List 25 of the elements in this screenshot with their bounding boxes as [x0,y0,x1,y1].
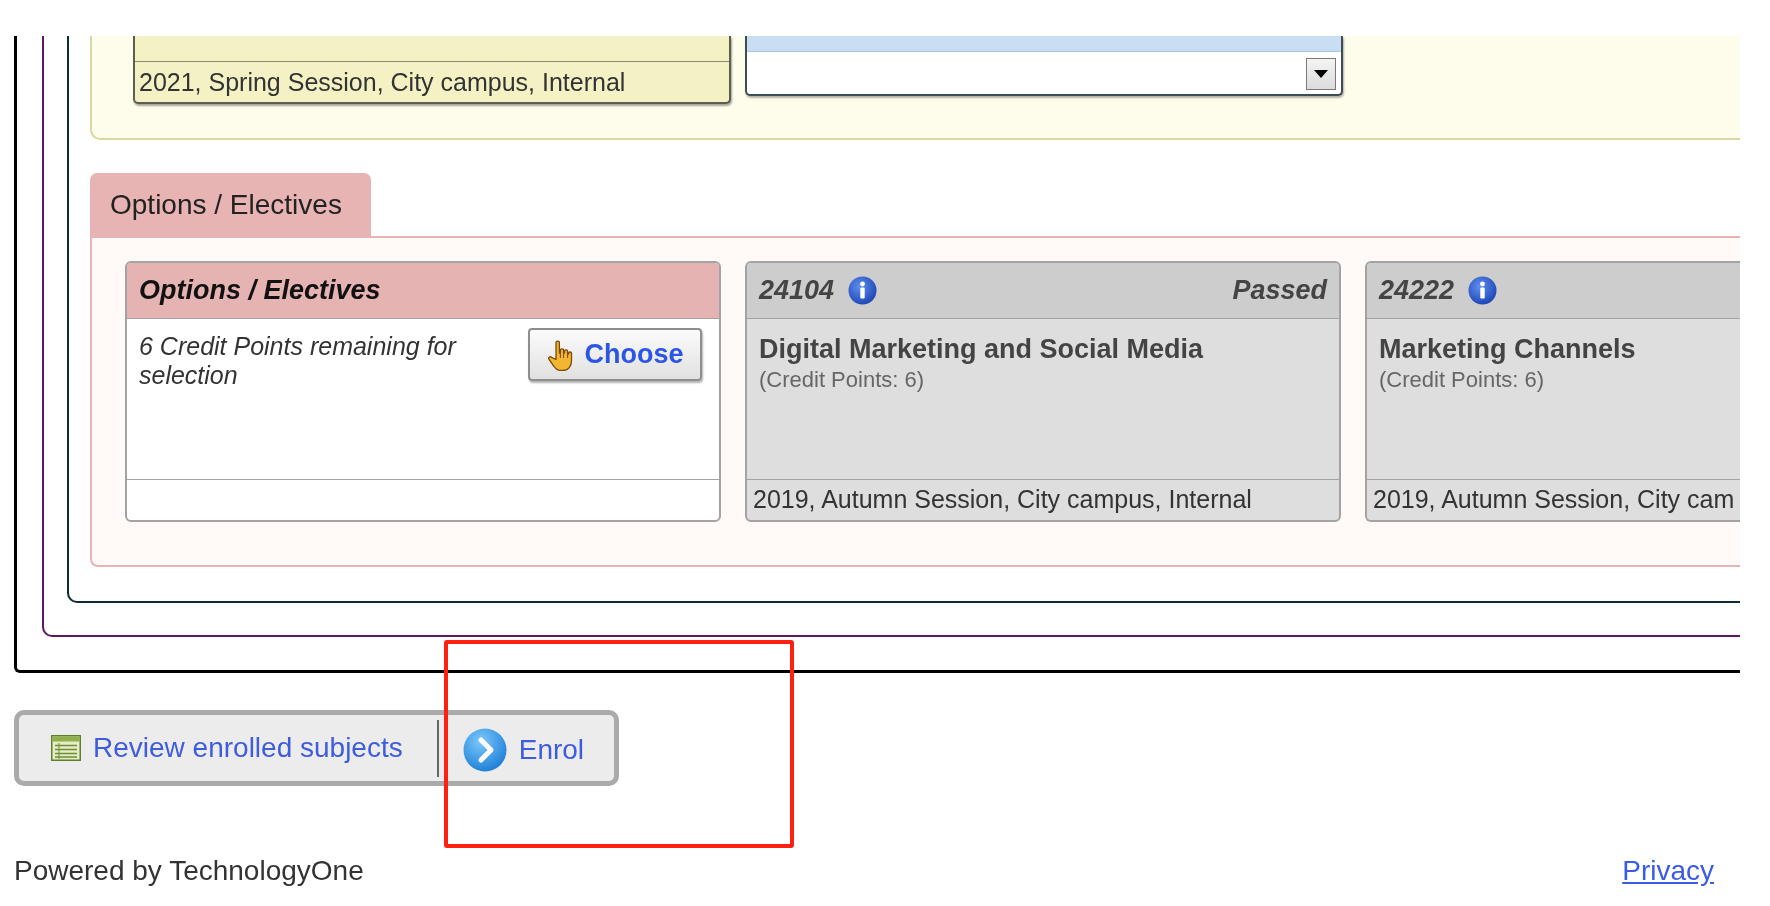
enrol-button[interactable]: Enrol [436,719,615,777]
info-icon[interactable] [1468,276,1498,305]
caret-down-icon [1314,70,1328,78]
info-icon[interactable] [848,276,878,305]
session-text: 2019, Autumn Session, City cam [1367,479,1740,520]
subject-title: Digital Marketing and Social Media [759,333,1205,366]
session-text: 2021, Spring Session, City campus, Internal [135,61,729,102]
subject-code: 24222 [1379,274,1455,308]
subject-title: Marketing Channels [1379,333,1637,366]
chevron-right-icon [462,728,507,772]
choose-button[interactable]: Choose [528,328,702,381]
powered-by-text: Powered by TechnologyOne [14,854,364,888]
privacy-link[interactable]: Privacy [1622,854,1714,888]
review-button[interactable]: Review enrolled subjects [19,719,437,777]
card-header: Options / Electives [127,263,719,319]
section-tab[interactable]: Options / Electives [90,173,371,236]
list-box[interactable] [745,36,1343,96]
credit-note: 6 Credit Points remaining for selection [139,331,458,390]
credit-points-text: (Credit Points: 6) [1379,367,1546,393]
table-icon [51,735,81,761]
subject-code: 24104 [759,274,835,308]
status-text: Passed [1232,274,1327,308]
session-text: 2019, Autumn Session, City campus, Internal [747,479,1339,520]
credit-points-text: (Credit Points: 6) [759,367,926,393]
scroll-down-button[interactable] [1306,58,1336,90]
